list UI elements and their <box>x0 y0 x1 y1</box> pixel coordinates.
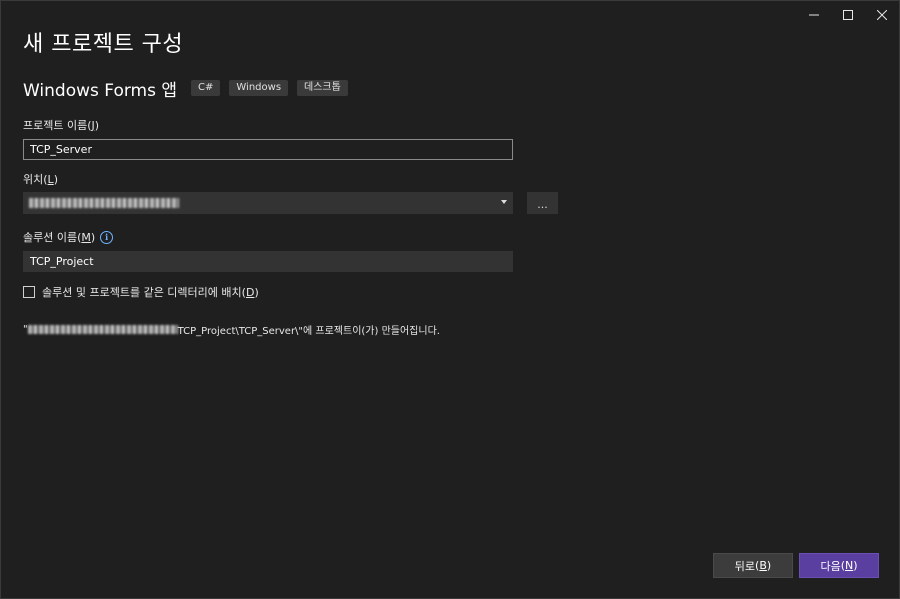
solution-name-label-text: 솔루션 이름 <box>23 231 78 244</box>
same-directory-checkbox[interactable] <box>23 286 35 298</box>
location-combobox[interactable] <box>23 192 513 214</box>
solution-name-value: TCP_Project <box>30 255 94 268</box>
browse-button[interactable]: ... <box>527 192 558 214</box>
solution-name-label: 솔루션 이름(M) i <box>23 229 114 245</box>
project-name-label: 프로젝트 이름(J) <box>23 119 100 132</box>
location-label-text: 위치 <box>23 173 44 186</box>
summary-path-redacted <box>27 325 178 334</box>
chevron-down-icon <box>501 200 507 204</box>
project-name-input[interactable] <box>23 139 513 160</box>
same-directory-label: 솔루션 및 프로젝트를 같은 디렉터리에 배치(D) <box>42 286 259 299</box>
same-directory-option[interactable]: 솔루션 및 프로젝트를 같은 디렉터리에 배치(D) <box>23 284 259 300</box>
location-accelerator: L <box>47 173 54 186</box>
project-name-accelerator: J <box>91 119 95 132</box>
solution-name-input[interactable]: TCP_Project <box>23 251 513 272</box>
info-icon[interactable]: i <box>100 230 114 244</box>
minimize-button[interactable] <box>797 1 831 29</box>
output-path-summary: " TCP_Project\TCP_Server\"에 프로젝트이(가) 만들어… <box>23 322 440 337</box>
configure-project-dialog: 새 프로젝트 구성 Windows Forms 앱 C# Windows 데스크… <box>0 0 900 599</box>
same-directory-label-text: 솔루션 및 프로젝트를 같은 디렉터리에 배치 <box>42 286 242 299</box>
maximize-icon <box>843 10 853 20</box>
window-controls <box>797 1 899 29</box>
location-value-redacted <box>29 198 179 208</box>
tag-project-type: 데스크톱 <box>297 80 348 96</box>
tag-language: C# <box>191 80 221 96</box>
same-directory-accelerator: D <box>245 286 255 299</box>
back-accelerator: B <box>759 559 767 572</box>
back-button[interactable]: 뒤로(B) <box>713 553 793 578</box>
next-accelerator: N <box>845 559 854 572</box>
tag-platform: Windows <box>229 80 289 96</box>
template-name: Windows Forms 앱 <box>23 80 178 101</box>
close-icon <box>877 10 887 20</box>
minimize-icon <box>809 14 819 16</box>
close-button[interactable] <box>865 1 899 29</box>
template-info: Windows Forms 앱 C# Windows 데스크톱 <box>23 77 357 101</box>
maximize-button[interactable] <box>831 1 865 29</box>
next-button[interactable]: 다음(N) <box>799 553 879 578</box>
summary-suffix: TCP_Project\TCP_Server\"에 프로젝트이(가) 만들어집니… <box>177 326 440 337</box>
next-button-label: 다음 <box>820 559 841 573</box>
solution-name-accelerator: M <box>81 230 91 244</box>
location-label: 위치(L) <box>23 173 58 186</box>
back-button-label: 뒤로 <box>734 559 756 573</box>
page-title: 새 프로젝트 구성 <box>23 32 184 57</box>
project-name-label-text: 프로젝트 이름 <box>23 119 88 132</box>
